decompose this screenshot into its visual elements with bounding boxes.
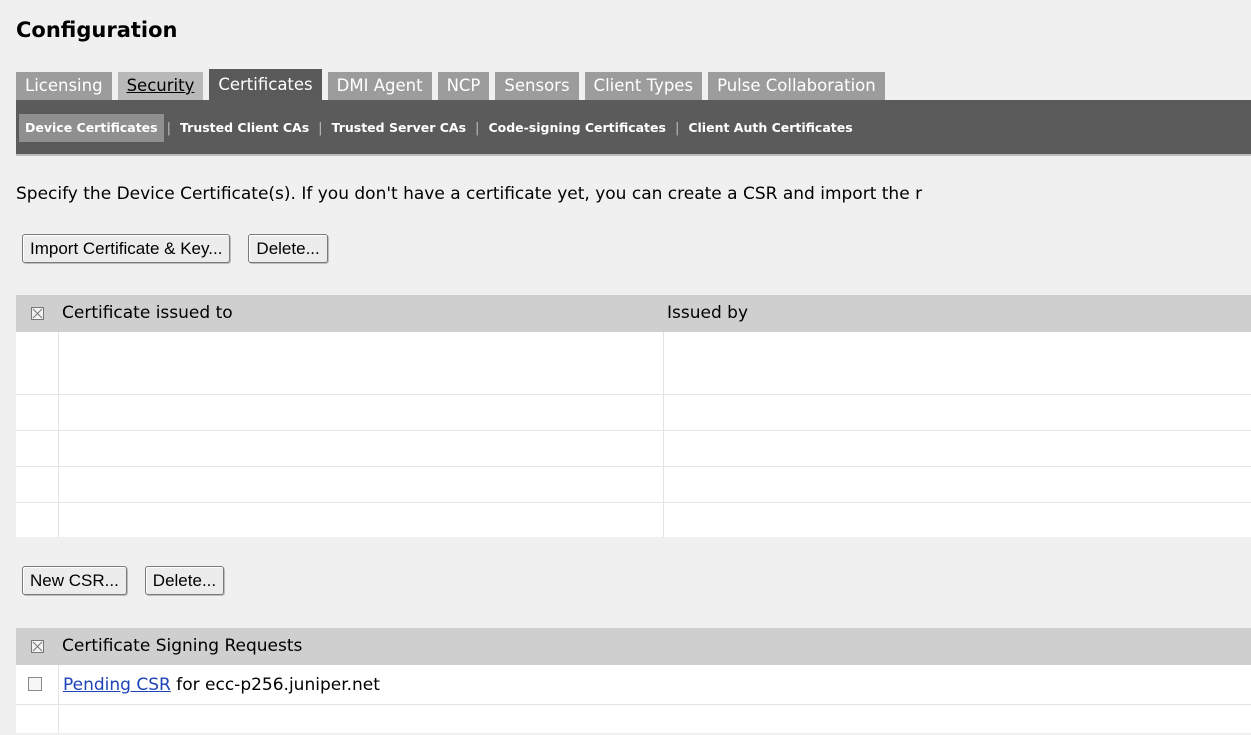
checkbox-icon <box>30 640 44 653</box>
checkbox-icon <box>30 307 44 320</box>
select-all-csr-checkbox[interactable] <box>16 628 58 665</box>
subnav-separator: | <box>475 120 480 136</box>
table-header: Certificate issued to Issued by <box>16 295 1251 332</box>
csr-list-item: Pending CSR for ecc-p256.juniper.net <box>16 665 1251 705</box>
subnav-separator: | <box>166 120 171 136</box>
tab-certificates[interactable]: Certificates <box>209 69 322 100</box>
delete-csr-button[interactable]: Delete... <box>144 566 225 595</box>
new-csr-button[interactable]: New CSR... <box>22 566 127 595</box>
tab-client-types[interactable]: Client Types <box>584 72 703 100</box>
tab-sensors[interactable]: Sensors <box>495 72 579 100</box>
csr-row-checkbox[interactable] <box>28 677 42 691</box>
table-row <box>16 431 1251 467</box>
csr-table-header: Certificate Signing Requests <box>16 628 1251 665</box>
subnav-bar: Device Certificates | Trusted Client CAs… <box>16 100 1251 156</box>
table-row <box>16 503 1251 537</box>
csr-row-text: Pending CSR for ecc-p256.juniper.net <box>63 665 380 705</box>
device-cert-table: Certificate issued to Issued by <box>16 295 1251 537</box>
tab-dmi-agent[interactable]: DMI Agent <box>327 72 432 100</box>
intro-text: Specify the Device Certificate(s). If yo… <box>16 184 923 204</box>
main-tabs: Licensing Security Certificates DMI Agen… <box>16 69 891 100</box>
delete-device-cert-button[interactable]: Delete... <box>248 234 328 263</box>
table-row <box>16 467 1251 503</box>
subnav-device-certificates[interactable]: Device Certificates <box>19 114 164 142</box>
table-row <box>16 395 1251 431</box>
tab-pulse-collaboration[interactable]: Pulse Collaboration <box>708 72 885 100</box>
csr-empty-row <box>16 705 1251 733</box>
subnav-separator: | <box>318 120 323 136</box>
device-cert-actions: Import Certificate & Key... Delete... <box>22 234 328 263</box>
subnav-code-signing-certificates[interactable]: Code-signing Certificates <box>482 114 672 142</box>
column-header-issued-to[interactable]: Certificate issued to <box>62 295 233 332</box>
import-certificate-button[interactable]: Import Certificate & Key... <box>22 234 231 263</box>
subnav-trusted-server-cas[interactable]: Trusted Server CAs <box>326 114 473 142</box>
table-body <box>16 332 1251 537</box>
select-all-checkbox[interactable] <box>16 295 58 332</box>
tab-licensing[interactable]: Licensing <box>16 72 112 100</box>
csr-host-text: for ecc-p256.juniper.net <box>170 675 380 695</box>
csr-actions: New CSR... Delete... <box>22 566 225 595</box>
column-header-csr: Certificate Signing Requests <box>62 636 303 656</box>
tab-security[interactable]: Security <box>117 72 204 100</box>
csr-table: Certificate Signing Requests Pending CSR… <box>16 628 1251 733</box>
table-row <box>16 332 1251 395</box>
pending-csr-link[interactable]: Pending CSR <box>63 675 171 695</box>
page-title: Configuration <box>16 18 178 42</box>
subnav-trusted-client-cas[interactable]: Trusted Client CAs <box>174 114 315 142</box>
tab-ncp[interactable]: NCP <box>437 72 490 100</box>
subnav-separator: | <box>674 120 680 136</box>
column-header-issued-by[interactable]: Issued by <box>667 295 748 332</box>
subnav-client-auth-certificates[interactable]: Client Auth Certificates <box>682 114 858 142</box>
